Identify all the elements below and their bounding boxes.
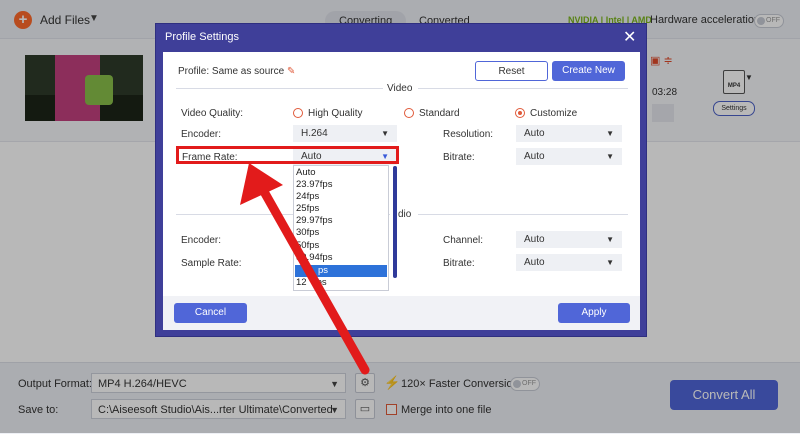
arrow-shaft — [257, 183, 370, 375]
arrow-head — [240, 163, 283, 205]
annotation-arrow — [240, 163, 370, 375]
